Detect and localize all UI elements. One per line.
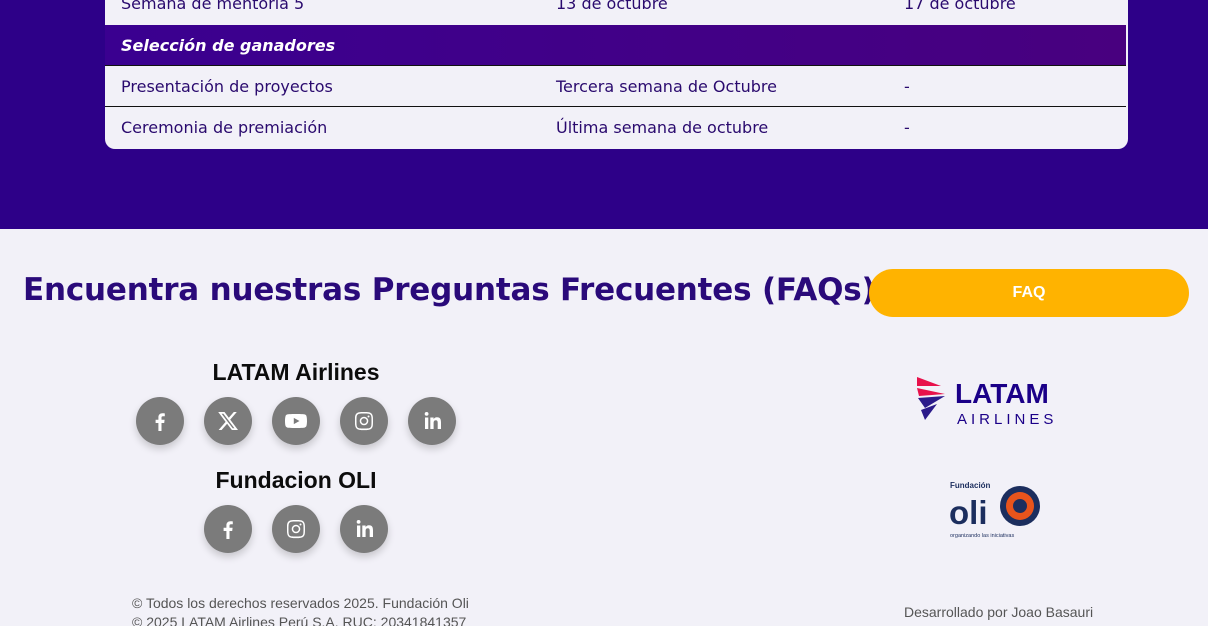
latam-social-title: LATAM Airlines — [212, 359, 380, 385]
latam-instagram-link[interactable] — [340, 397, 388, 445]
oli-linkedin-link[interactable] — [340, 505, 388, 553]
latam-airlines-logo[interactable]: LATAM AIRLINES — [915, 374, 1080, 430]
copyright-latam: © 2025 LATAM Airlines Perú S.A. RUC: 203… — [132, 614, 467, 626]
copyright-oli: © Todos los derechos reservados 2025. Fu… — [132, 595, 469, 611]
latam-facebook-link[interactable] — [136, 397, 184, 445]
oli-logo-tagline: organizando las iniciativas — [950, 533, 1014, 539]
cell-start: 13 de octubre — [556, 0, 668, 13]
section-title: Selección de ganadores — [121, 36, 336, 55]
cell-activity: Semana de mentoría 5 — [121, 0, 305, 13]
schedule-section: Semana de mentoría 5 13 de octubre 17 de… — [0, 0, 1208, 229]
latam-x-link[interactable] — [204, 397, 252, 445]
section-header-row: Selección de ganadores — [105, 25, 1126, 66]
instagram-icon — [287, 520, 305, 539]
developer-credit: Desarrollado por Joao Basauri — [904, 604, 1094, 620]
schedule-table: Semana de mentoría 5 13 de octubre 17 de… — [105, 0, 1128, 149]
cell-start: Última semana de octubre — [556, 118, 769, 137]
oli-facebook-link[interactable] — [204, 505, 252, 553]
linkedin-icon — [356, 520, 373, 537]
youtube-icon — [285, 414, 307, 428]
table-row: Ceremonia de premiación Última semana de… — [105, 107, 1126, 148]
faq-button[interactable]: FAQ — [869, 269, 1189, 317]
linkedin-icon — [424, 412, 441, 429]
cell-activity: Presentación de proyectos — [121, 77, 333, 96]
latam-sub-wordmark: AIRLINES — [957, 411, 1057, 428]
oli-social-title: Fundacion OLI — [215, 467, 377, 493]
latam-youtube-link[interactable] — [272, 397, 320, 445]
faq-heading: Encuentra nuestras Preguntas Frecuentes … — [23, 272, 974, 308]
cell-start: Tercera semana de Octubre — [556, 77, 777, 96]
latam-linkedin-link[interactable] — [408, 397, 456, 445]
oli-logo-word: oli — [949, 494, 988, 531]
facebook-icon — [223, 521, 233, 539]
latam-wordmark: LATAM — [955, 378, 1049, 409]
oli-logo-top: Fundación — [950, 481, 991, 490]
latam-social-links — [136, 397, 456, 445]
facebook-icon — [155, 413, 165, 431]
x-icon — [218, 412, 238, 430]
cell-end: - — [904, 118, 910, 137]
cell-end: - — [904, 77, 910, 96]
table-row: Presentación de proyectos Tercera semana… — [105, 66, 1126, 107]
instagram-icon — [355, 412, 373, 431]
cell-activity: Ceremonia de premiación — [121, 118, 328, 137]
cell-end: 17 de octubre — [904, 0, 1016, 13]
oli-instagram-link[interactable] — [272, 505, 320, 553]
fundacion-oli-logo[interactable]: Fundación oli organizando las iniciativa… — [947, 479, 1047, 543]
table-row: Semana de mentoría 5 13 de octubre 17 de… — [105, 0, 1126, 24]
oli-logo-core — [1013, 499, 1027, 513]
latam-symbol — [917, 377, 945, 420]
oli-social-links — [204, 505, 388, 553]
